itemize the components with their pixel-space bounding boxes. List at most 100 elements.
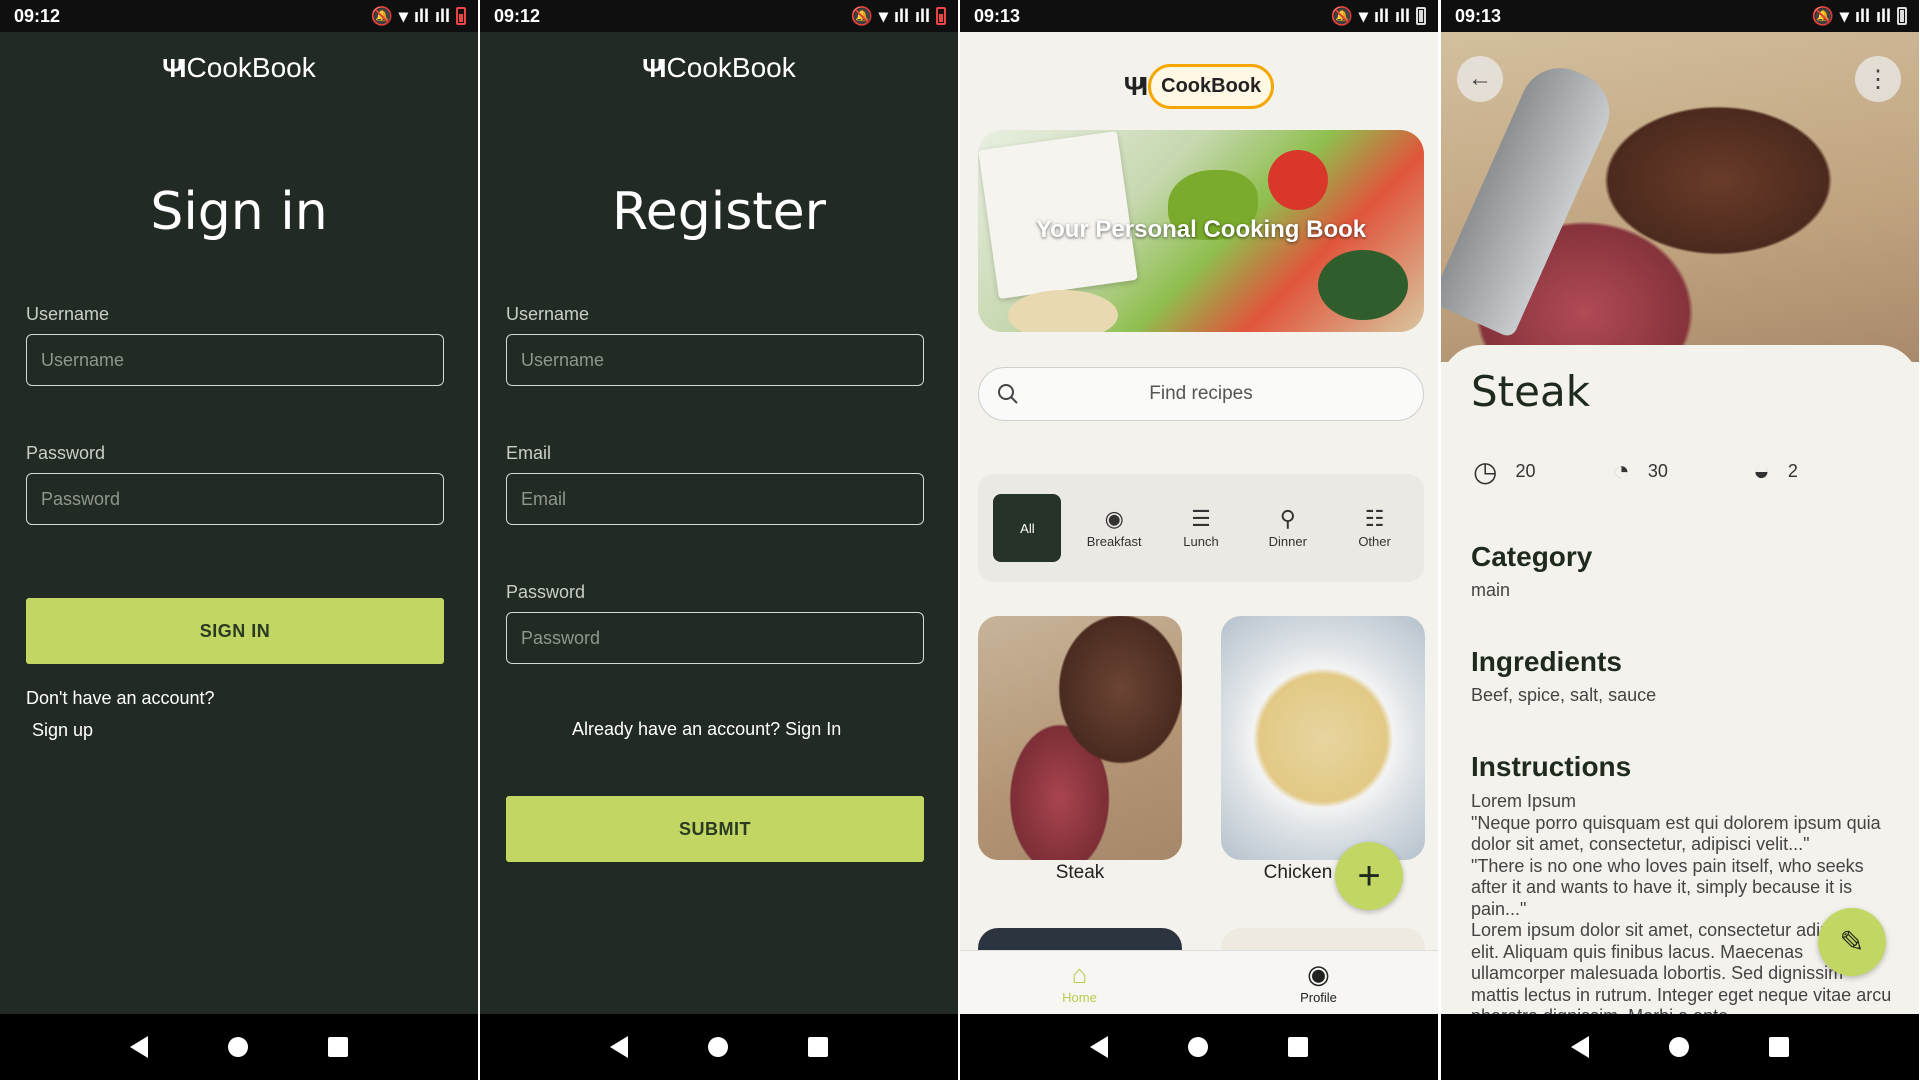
recipe-photo	[1441, 32, 1919, 362]
mute-icon: 🔕	[1330, 5, 1353, 26]
status-time: 09:13	[1455, 5, 1502, 26]
signin-button[interactable]: SIGN IN	[26, 598, 444, 664]
back-icon[interactable]	[1571, 1036, 1589, 1058]
password-label: Password	[506, 582, 586, 602]
fork-knife-icon: ΨΙ	[162, 52, 186, 83]
search-icon	[998, 384, 1018, 404]
back-icon[interactable]	[130, 1036, 148, 1058]
battery-icon	[456, 7, 466, 25]
wifi-icon: ▾	[1839, 5, 1849, 26]
recents-icon[interactable]	[1288, 1037, 1308, 1057]
status-bar: 09:12 🔕 ▾ ıll ıll	[480, 0, 958, 32]
bowl-icon: ◒	[1753, 455, 1770, 486]
cook-time: ◔ 30	[1613, 455, 1668, 487]
home-icon[interactable]	[228, 1037, 248, 1057]
recipe-card-steak[interactable]	[978, 616, 1182, 860]
hero-banner: Your Personal Cooking Book	[978, 130, 1424, 332]
system-nav-bar	[480, 1014, 958, 1080]
have-account-text: Already have an account? Sign In	[572, 719, 841, 740]
category-other[interactable]: ☷ Other	[1341, 494, 1409, 562]
password-input[interactable]	[26, 473, 444, 525]
app-logo: ΨΙ CookBook	[480, 52, 958, 84]
instructions-value: Lorem Ipsum "Neque porro quisquam est qu…	[1471, 791, 1892, 1014]
signal-icon: ıll	[914, 5, 930, 26]
category-bar: All ◉ Breakfast ☰ Lunch ⚲ Dinner ☷ Other	[978, 474, 1424, 582]
username-input[interactable]	[26, 334, 444, 386]
status-time: 09:13	[974, 5, 1021, 26]
submit-button[interactable]: SUBMIT	[506, 796, 924, 862]
app-name: CookBook	[186, 52, 316, 83]
beans-image	[1008, 290, 1118, 332]
password-input[interactable]	[506, 612, 924, 664]
category-breakfast[interactable]: ◉ Breakfast	[1080, 494, 1148, 562]
search-bar[interactable]: Find recipes	[978, 367, 1424, 421]
signin-link[interactable]: Sign In	[785, 719, 841, 739]
recipe-card-chicken[interactable]	[1221, 616, 1425, 860]
signal-icon: ıll	[1875, 5, 1891, 26]
nav-home[interactable]: ⌂ Home	[1020, 960, 1140, 1005]
fork-knife-icon: ΨΙ	[642, 52, 666, 83]
app-logo: ΨΙ CookBook	[0, 52, 478, 84]
page-title: Register	[611, 182, 827, 242]
category-label: Lunch	[1183, 533, 1219, 549]
email-input[interactable]	[506, 473, 924, 525]
tomato-image	[1268, 150, 1328, 210]
mute-icon: 🔕	[1811, 5, 1834, 26]
nav-profile[interactable]: ◉ Profile	[1259, 960, 1379, 1005]
app-logo: ΨΙ CookBook	[960, 64, 1438, 109]
status-time: 09:12	[494, 5, 541, 26]
status-icons: 🔕 ▾ ıll ıll	[1330, 5, 1426, 27]
category-all[interactable]: All	[993, 494, 1062, 562]
home-icon[interactable]	[1188, 1037, 1208, 1057]
cook-time-value: 30	[1647, 460, 1668, 481]
more-button[interactable]: ⋮	[1855, 56, 1901, 102]
recents-icon[interactable]	[1769, 1037, 1789, 1057]
lunch-icon: ☰	[1191, 505, 1211, 531]
bottom-nav: ⌂ Home ◉ Profile	[960, 950, 1438, 1014]
signal-icon: ıll	[1373, 5, 1389, 26]
battery-icon	[936, 7, 946, 25]
home-icon[interactable]	[1669, 1037, 1689, 1057]
system-nav-bar	[960, 1014, 1438, 1080]
back-icon[interactable]	[1090, 1036, 1108, 1058]
status-icons: 🔕 ▾ ıll ıll	[850, 5, 946, 27]
signup-link[interactable]: Sign up	[32, 720, 93, 741]
home-icon[interactable]	[708, 1037, 728, 1057]
other-icon: ☷	[1364, 505, 1385, 531]
no-account-text: Don't have an account?	[26, 688, 215, 708]
signin-screen: 09:12 🔕 ▾ ıll ıll ΨΙ CookBook Sign in Us…	[0, 0, 478, 1080]
signal-icon: ıll	[1854, 5, 1870, 26]
status-bar: 09:12 🔕 ▾ ıll ıll	[0, 0, 478, 32]
recents-icon[interactable]	[808, 1037, 828, 1057]
hero-text: Your Personal Cooking Book	[1035, 216, 1367, 243]
recents-icon[interactable]	[328, 1037, 348, 1057]
nav-home-label: Home	[1062, 990, 1097, 1005]
category-lunch[interactable]: ☰ Lunch	[1167, 494, 1235, 562]
category-dinner[interactable]: ⚲ Dinner	[1254, 494, 1322, 562]
username-label: Username	[506, 304, 590, 324]
cookbook-image	[978, 130, 1138, 300]
app-name: CookBook	[666, 52, 796, 83]
add-recipe-button[interactable]: +	[1335, 842, 1403, 910]
edit-recipe-button[interactable]: ✎	[1818, 908, 1886, 976]
category-label: Breakfast	[1086, 533, 1142, 549]
category-value: main	[1471, 580, 1511, 600]
status-icons: 🔕 ▾ ıll ıll	[370, 5, 466, 27]
ingredients-value: Beef, spice, salt, sauce	[1471, 685, 1657, 705]
ingredients-heading: Ingredients	[1471, 646, 1622, 677]
email-label: Email	[506, 443, 552, 463]
password-label: Password	[26, 443, 106, 463]
register-screen: 09:12 🔕 ▾ ıll ıll ΨΙ CookBook Register U…	[480, 0, 958, 1080]
mute-icon: 🔕	[850, 5, 873, 26]
recipe-title: Steak	[1471, 367, 1591, 416]
mute-icon: 🔕	[370, 5, 393, 26]
category-heading: Category	[1471, 541, 1593, 572]
back-button[interactable]: ←	[1457, 56, 1503, 102]
status-bar: 09:13 🔕 ▾ ıll ıll	[960, 0, 1438, 32]
signal-icon: ıll	[413, 5, 429, 26]
back-icon[interactable]	[610, 1036, 628, 1058]
search-input[interactable]: Find recipes	[1019, 383, 1423, 405]
username-input[interactable]	[506, 334, 924, 386]
more-vert-icon: ⋮	[1866, 65, 1890, 93]
plus-icon: +	[1357, 853, 1381, 898]
